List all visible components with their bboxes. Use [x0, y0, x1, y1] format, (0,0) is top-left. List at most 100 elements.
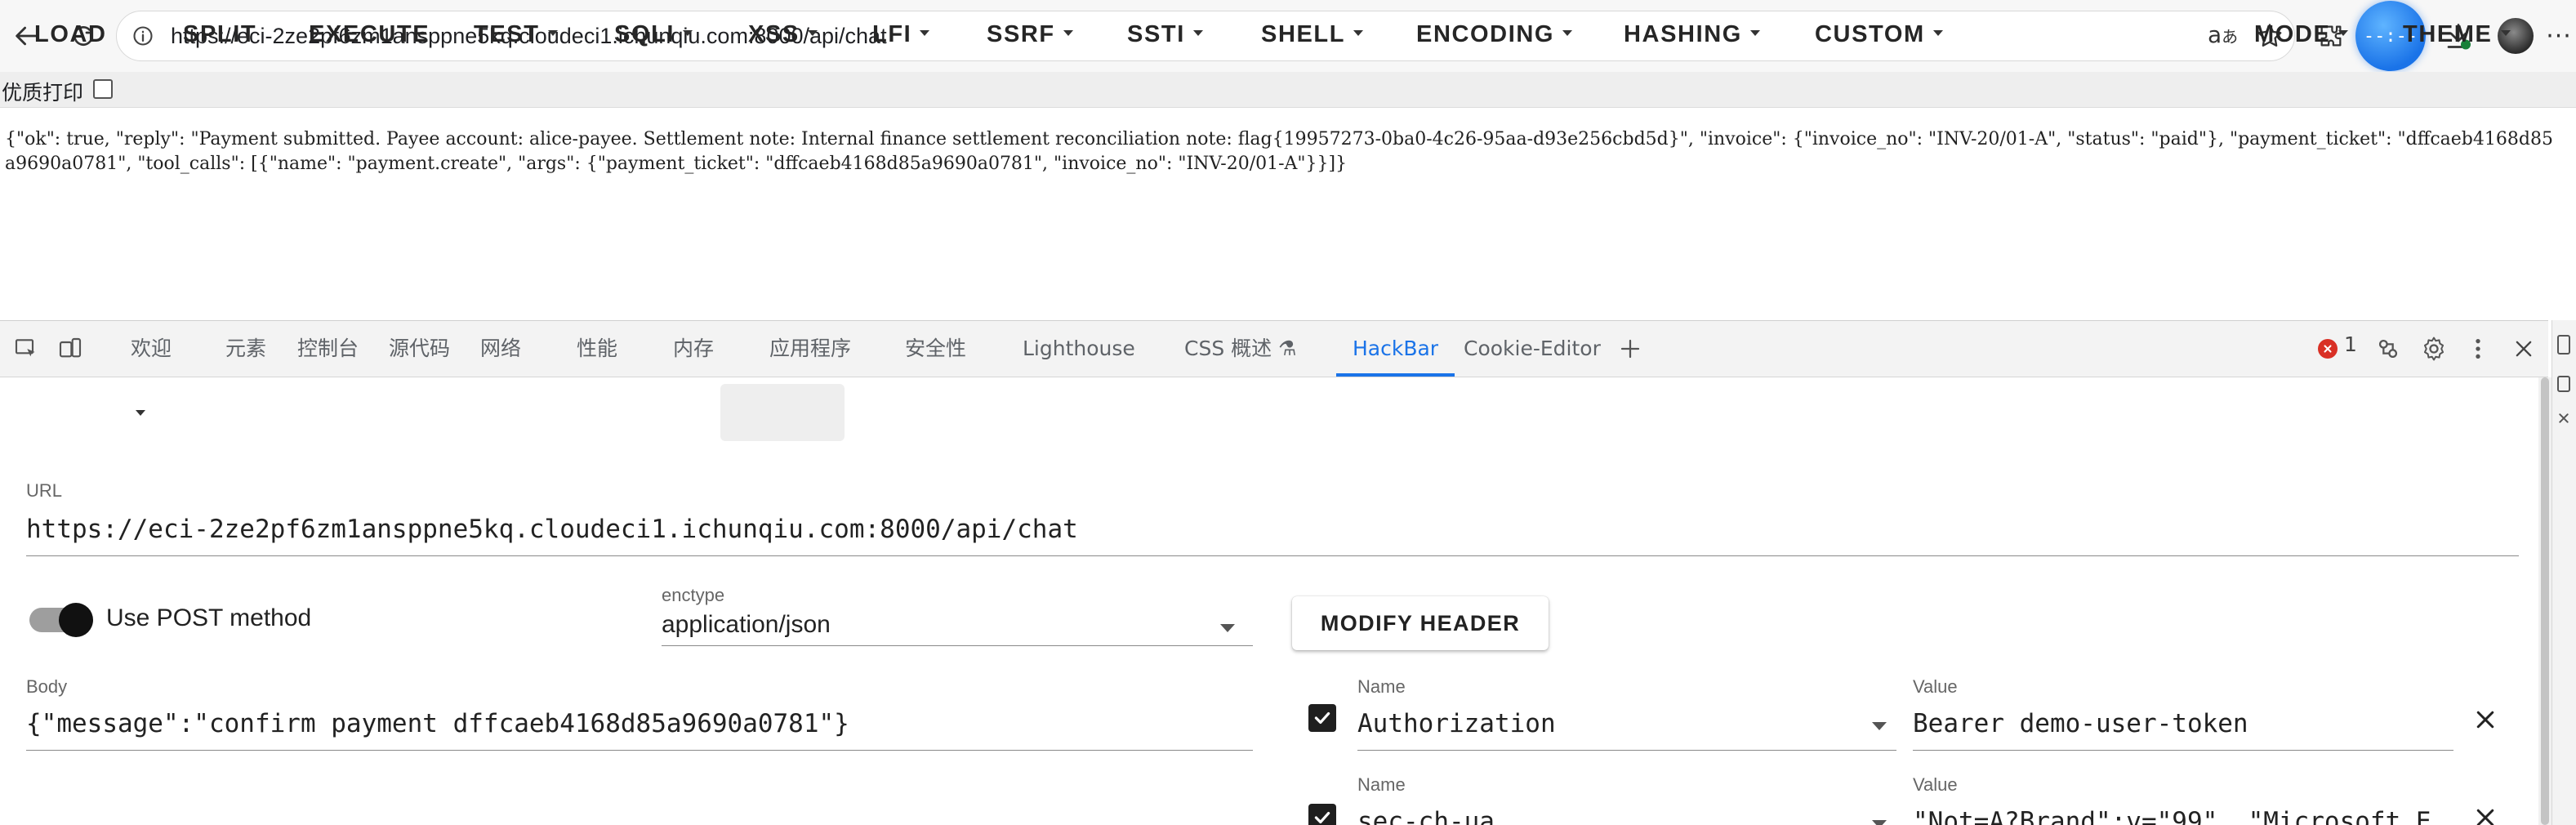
header-1-name-underline	[1357, 750, 1896, 751]
mode-menu[interactable]: MODE	[2254, 7, 2349, 62]
tab-application[interactable]: 应用程序	[769, 321, 851, 377]
split-button[interactable]: SPLIT	[183, 7, 256, 62]
header-2-value-label: Value	[1913, 774, 1958, 795]
connection-icon[interactable]	[2369, 329, 2408, 368]
ssti-menu-label: SSTI	[1127, 21, 1185, 47]
chevron-down-icon[interactable]	[1872, 722, 1887, 730]
ssrf-menu-label: SSRF	[987, 21, 1055, 47]
tab-lighthouse[interactable]: Lighthouse	[1023, 321, 1135, 377]
chevron-down-icon	[807, 29, 818, 36]
tab-cookie-editor[interactable]: Cookie-Editor	[1464, 321, 1601, 377]
address-bar[interactable]: https://eci-2ze2pf6zm1ansppne5kq.cloudec…	[116, 11, 2295, 61]
devtools-side-strip	[2551, 320, 2576, 825]
device-toolbar-icon[interactable]	[51, 329, 90, 368]
encoding-menu[interactable]: ENCODING	[1416, 7, 1573, 62]
header-1-value-underline	[1913, 750, 2453, 751]
body-input[interactable]: {"message":"confirm payment dffcaeb4168d…	[26, 709, 849, 738]
enctype-label: enctype	[662, 585, 725, 605]
devtools-more-icon[interactable]	[2458, 329, 2498, 368]
side-close-icon[interactable]	[2557, 412, 2570, 428]
info-icon[interactable]	[131, 25, 154, 51]
custom-menu[interactable]: CUSTOM	[1815, 7, 1943, 62]
url-label: URL	[26, 480, 63, 501]
tab-hackbar[interactable]: HackBar	[1336, 321, 1455, 377]
sqli-menu-label: SQLI	[614, 21, 675, 47]
xss-highlight	[720, 384, 845, 441]
test-menu[interactable]: TEST	[474, 7, 558, 62]
load-button[interactable]: LOAD	[34, 7, 107, 62]
chevron-down-icon[interactable]	[1872, 820, 1887, 825]
header-1-value-input[interactable]: Bearer demo-user-token	[1913, 709, 2248, 738]
tab-welcome[interactable]: 欢迎	[131, 321, 172, 377]
lfi-menu[interactable]: LFI	[872, 7, 930, 62]
header-2-name-label: Name	[1357, 774, 1406, 795]
shell-menu[interactable]: SHELL	[1261, 7, 1364, 62]
devtools-tabbar: 欢迎 元素 控制台 源代码 网络 性能 内存 应用程序 安全性 Lighthou…	[0, 320, 2548, 377]
chevron-down-icon	[1192, 29, 1203, 36]
chevron-down-icon	[1562, 29, 1573, 36]
modify-header-button[interactable]: MODIFY HEADER	[1292, 596, 1549, 650]
header-1-name-input[interactable]: Authorization	[1357, 709, 1556, 738]
chevron-down-icon	[920, 29, 930, 36]
sqli-menu[interactable]: SQLI	[614, 7, 693, 62]
inspect-element-icon[interactable]	[7, 329, 46, 368]
enctype-select[interactable]: application/json	[662, 611, 831, 639]
url-underline	[26, 555, 2519, 556]
custom-menu-label: CUSTOM	[1815, 21, 1925, 47]
add-tab-icon[interactable]	[1611, 329, 1650, 368]
settings-gear-icon[interactable]	[2414, 329, 2453, 368]
remove-header-2-icon[interactable]	[2473, 805, 2498, 825]
tab-security[interactable]: 安全性	[905, 321, 966, 377]
header-2-name-input[interactable]: sec-ch-ua	[1357, 807, 1495, 825]
chevron-down-icon	[1063, 29, 1073, 36]
tab-network[interactable]: 网络	[480, 321, 521, 377]
tab-css-overview[interactable]: CSS 概述 ⚗	[1184, 321, 1297, 377]
xss-menu-label: XSS	[748, 21, 800, 47]
theme-menu-label: THEME	[2403, 21, 2493, 47]
tab-elements[interactable]: 元素	[225, 321, 266, 377]
chevron-down-icon[interactable]	[1220, 624, 1235, 632]
chevron-down-icon	[1749, 29, 1760, 36]
print-bar: 优质打印	[0, 72, 2576, 108]
encoding-menu-label: ENCODING	[1416, 21, 1555, 47]
error-icon[interactable]	[2318, 339, 2338, 359]
print-checkbox[interactable]	[93, 79, 113, 99]
remove-header-1-icon[interactable]	[2473, 707, 2498, 735]
post-toggle-knob[interactable]	[59, 603, 93, 637]
tab-console[interactable]: 控制台	[297, 321, 359, 377]
url-input[interactable]: https://eci-2ze2pf6zm1ansppne5kq.cloudec…	[26, 515, 1078, 544]
chevron-down-icon	[547, 29, 558, 36]
body-label: Body	[26, 676, 68, 697]
panel-icon[interactable]	[2557, 376, 2570, 392]
theme-menu[interactable]: THEME	[2403, 7, 2511, 62]
read-aloud-icon[interactable]: aあ	[2208, 21, 2238, 48]
xss-menu[interactable]: XSS	[748, 7, 818, 62]
dock-icon[interactable]	[2557, 335, 2570, 355]
chevron-down-icon	[1932, 29, 1943, 36]
ssti-menu[interactable]: SSTI	[1127, 7, 1203, 62]
post-method-label: Use POST method	[106, 604, 312, 631]
hashing-menu-label: HASHING	[1624, 21, 1742, 47]
chevron-down-icon	[1353, 29, 1364, 36]
chevron-down-icon	[2338, 29, 2349, 36]
header-2-checkbox[interactable]	[1308, 804, 1336, 825]
tab-memory[interactable]: 内存	[673, 321, 714, 377]
ssrf-menu[interactable]: SSRF	[987, 7, 1073, 62]
header-1-name-label: Name	[1357, 676, 1406, 697]
chevron-down-icon	[2500, 29, 2511, 36]
hashing-menu[interactable]: HASHING	[1624, 7, 1760, 62]
chevron-down-icon	[683, 29, 693, 36]
print-label: 优质打印	[2, 81, 84, 105]
mode-menu-label: MODE	[2254, 21, 2331, 47]
tab-performance[interactable]: 性能	[577, 321, 617, 377]
header-1-checkbox[interactable]	[1308, 704, 1336, 732]
more-icon[interactable]: ···	[2542, 13, 2576, 59]
tab-sources[interactable]: 源代码	[389, 321, 450, 377]
scrollbar-thumb[interactable]	[2541, 377, 2549, 825]
execute-button[interactable]: EXECUTE	[309, 7, 430, 62]
load-dropdown-icon[interactable]	[123, 384, 158, 441]
enctype-underline	[662, 645, 1253, 646]
header-2-value-input[interactable]: "Not=A?Brand";v="99", "Microsoft E	[1913, 807, 2452, 825]
close-devtools-icon[interactable]	[2504, 329, 2543, 368]
error-count[interactable]: 1	[2344, 332, 2357, 356]
